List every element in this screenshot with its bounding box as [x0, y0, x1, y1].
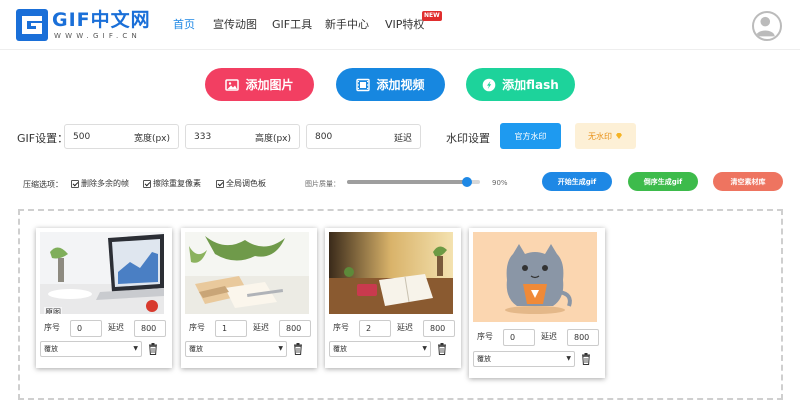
order-label: 序号: [477, 332, 493, 341]
logo-title: GIF中文网: [52, 9, 151, 31]
frame-mode-select[interactable]: 覆放 ▼: [185, 341, 287, 357]
clear-library-button[interactable]: 清空素材库: [713, 172, 783, 191]
add-image-button[interactable]: 添加图片: [205, 68, 314, 101]
frame-card[interactable]: 序号 1 延迟 800 覆放 ▼: [181, 228, 317, 368]
width-suffix: 宽度(px): [133, 134, 170, 144]
global-palette-label: 全局调色板: [226, 179, 266, 188]
delay-label: 延迟: [253, 323, 269, 332]
add-flash-button[interactable]: 添加flash: [466, 68, 575, 101]
order-input[interactable]: 0: [70, 320, 102, 337]
frame-delay-input[interactable]: 800: [423, 320, 455, 337]
frame-thumbnail[interactable]: 原图: [40, 232, 164, 314]
logo-mark-icon: [16, 9, 48, 41]
frame-mode-value: 覆放: [477, 355, 491, 363]
no-watermark-button[interactable]: 无水印: [575, 123, 636, 149]
add-image-label: 添加图片: [245, 78, 294, 92]
frame-card[interactable]: 原图 序号 0 延迟 800 覆放 ▼: [36, 228, 172, 368]
chevron-down-icon: ▼: [133, 345, 138, 352]
watermark-label: 水印设置: [446, 132, 490, 145]
frame-thumbnail[interactable]: [185, 232, 309, 314]
delay-label: 延迟: [541, 332, 557, 341]
order-input[interactable]: 2: [359, 320, 391, 337]
height-suffix: 高度(px): [254, 134, 291, 144]
diamond-icon: [616, 133, 622, 139]
global-palette-checkbox[interactable]: [216, 179, 224, 188]
quality-slider-fill: [347, 180, 467, 184]
film-icon: [356, 78, 371, 91]
trash-icon[interactable]: [581, 353, 591, 365]
site-logo[interactable]: GIF中文网 WWW.GIF.CN: [16, 9, 150, 41]
official-watermark-label: 官方水印: [514, 131, 547, 141]
frame-delay-input[interactable]: 800: [567, 329, 599, 346]
flash-icon: [482, 78, 496, 91]
chevron-down-icon: ▼: [422, 345, 427, 352]
drop-frames-label: 删除多余的帧: [81, 179, 129, 188]
height-input[interactable]: [194, 129, 252, 145]
frame-mode-select[interactable]: 覆放 ▼: [473, 351, 575, 367]
no-watermark-label: 无水印: [588, 131, 612, 141]
order-label: 序号: [189, 323, 205, 332]
image-icon: [225, 78, 240, 91]
add-video-button[interactable]: 添加视频: [336, 68, 445, 101]
order-input[interactable]: 0: [503, 329, 535, 346]
height-field[interactable]: 高度(px): [185, 124, 300, 149]
frame-delay-input[interactable]: 800: [134, 320, 166, 337]
original-tag: 原图: [44, 307, 62, 314]
delay-field[interactable]: 延迟: [306, 124, 421, 149]
clear-library-label: 清空素材库: [730, 177, 766, 186]
quality-slider[interactable]: [347, 177, 480, 187]
erase-pixels-label: 擦除重复像素: [153, 179, 201, 188]
trash-icon[interactable]: [437, 343, 447, 355]
frame-thumbnail[interactable]: [473, 232, 597, 322]
nav-promo-gif[interactable]: 宣传动图: [213, 17, 257, 33]
start-gif-button[interactable]: 开始生成gif: [542, 172, 612, 191]
frame-thumbnail[interactable]: [329, 232, 453, 314]
delay-label: 延迟: [108, 323, 124, 332]
compression-label: 压缩选项：: [23, 180, 63, 189]
frame-mode-select[interactable]: 覆放 ▼: [40, 341, 142, 357]
trash-icon[interactable]: [148, 343, 158, 355]
delay-suffix: 延迟: [393, 134, 412, 144]
chevron-down-icon: ▼: [278, 345, 283, 352]
delay-label: 延迟: [397, 323, 413, 332]
frame-mode-value: 覆放: [44, 345, 58, 353]
nav-gif-tools[interactable]: GIF工具: [272, 17, 312, 33]
option-erase-pixels[interactable]: 擦除重复像素: [143, 178, 201, 189]
frame-mode-select[interactable]: 覆放 ▼: [329, 341, 431, 357]
quality-label: 图片质量：: [305, 180, 340, 188]
quality-value: 90%: [492, 179, 508, 187]
option-drop-frames[interactable]: 删除多余的帧: [71, 178, 129, 189]
width-input[interactable]: [73, 129, 131, 145]
frame-card[interactable]: 序号 2 延迟 800 覆放 ▼: [325, 228, 461, 368]
option-global-palette[interactable]: 全局调色板: [216, 178, 266, 189]
frame-mode-value: 覆放: [333, 345, 347, 353]
add-video-label: 添加视频: [376, 78, 425, 92]
new-badge: NEW: [422, 11, 442, 21]
trash-icon[interactable]: [293, 343, 303, 355]
erase-pixels-checkbox[interactable]: [143, 179, 151, 188]
start-gif-label: 开始生成gif: [557, 177, 597, 186]
frame-delay-input[interactable]: 800: [279, 320, 311, 337]
nav-vip[interactable]: VIP特权: [385, 17, 424, 33]
top-header: GIF中文网 WWW.GIF.CN 首页 宣传动图 GIF工具 新手中心 VIP…: [0, 0, 800, 50]
reverse-gif-button[interactable]: 倒序生成gif: [628, 172, 698, 191]
order-label: 序号: [333, 323, 349, 332]
user-avatar-icon[interactable]: [752, 11, 782, 41]
order-label: 序号: [44, 323, 60, 332]
official-watermark-button[interactable]: 官方水印: [500, 123, 561, 149]
quality-slider-handle[interactable]: [461, 177, 472, 187]
add-flash-label: 添加flash: [502, 78, 559, 92]
width-field[interactable]: 宽度(px): [64, 124, 179, 149]
gif-settings-label: GIF设置：: [17, 132, 69, 145]
frame-mode-value: 覆放: [189, 345, 203, 353]
delay-input[interactable]: [315, 129, 373, 145]
nav-beginner-center[interactable]: 新手中心: [325, 17, 369, 33]
frame-card[interactable]: 序号 0 延迟 800 覆放 ▼: [469, 228, 605, 378]
chevron-down-icon: ▼: [566, 355, 571, 362]
drop-frames-checkbox[interactable]: [71, 179, 79, 188]
nav-home[interactable]: 首页: [173, 17, 195, 33]
order-input[interactable]: 1: [215, 320, 247, 337]
reverse-gif-label: 倒序生成gif: [643, 177, 683, 186]
logo-subtitle: WWW.GIF.CN: [54, 32, 141, 40]
